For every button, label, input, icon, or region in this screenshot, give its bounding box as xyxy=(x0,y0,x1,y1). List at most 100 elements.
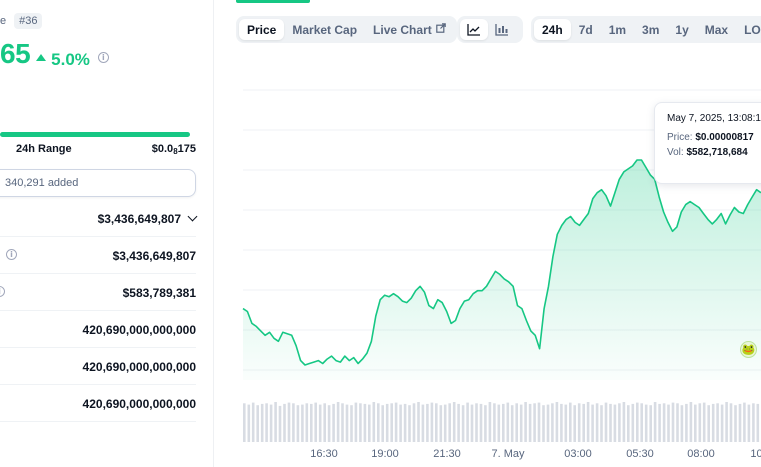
volume-bar xyxy=(711,403,715,442)
range-labels: 24h Range $0.08175 xyxy=(0,143,196,157)
candlestick-chart-icon[interactable] xyxy=(488,19,516,40)
chart-tooltip: May 7, 2025, 13:08:10 Price: $0.00000817… xyxy=(654,102,761,184)
range-label: 24h Range xyxy=(16,143,72,155)
range-7d[interactable]: 7d xyxy=(571,19,601,40)
chevron-down-icon[interactable] xyxy=(187,211,198,221)
volume-bar xyxy=(729,403,733,442)
time-range-tabs: 24h 7d 1m 3m 1y Max LO xyxy=(531,16,761,43)
volume-bar xyxy=(586,402,590,442)
stat-row-volume: i $583,789,381 xyxy=(0,274,196,311)
volume-bar xyxy=(354,402,358,442)
stat-value: 420,690,000,000,000 xyxy=(82,360,196,374)
x-tick-label: 03:00 xyxy=(564,448,592,460)
volume-bar xyxy=(600,405,603,442)
price-change-value: 5.0% xyxy=(51,49,90,69)
volume-bar xyxy=(515,403,518,442)
volume-bar xyxy=(269,404,273,442)
volume-bar xyxy=(488,402,492,442)
volume-bar xyxy=(466,402,469,442)
info-icon[interactable]: i xyxy=(6,249,17,260)
tooltip-volume: Vol: $582,718,684 xyxy=(667,147,748,158)
range-1y[interactable]: 1y xyxy=(667,19,696,40)
volume-bar xyxy=(274,402,277,442)
volume-bar xyxy=(368,404,371,442)
volume-bar xyxy=(640,403,643,442)
volume-bar xyxy=(716,403,719,442)
watchlist-button[interactable]: 340,291 added xyxy=(0,169,196,197)
volume-bar xyxy=(479,403,483,442)
range-log[interactable]: LO xyxy=(736,19,761,40)
volume-bar xyxy=(533,403,536,442)
volume-bar xyxy=(260,403,264,442)
volume-bars xyxy=(243,402,760,442)
line-chart-icon[interactable] xyxy=(460,19,488,40)
volume-bar xyxy=(725,402,728,442)
stat-value: 420,690,000,000,000 xyxy=(82,323,196,337)
x-tick-label: 10: xyxy=(750,448,761,460)
volume-bar xyxy=(399,404,402,442)
volume-bar xyxy=(510,405,514,442)
volume-bar xyxy=(457,403,460,442)
volume-bar xyxy=(452,402,456,442)
volume-bar xyxy=(502,403,505,442)
volume-bar xyxy=(546,404,550,442)
x-tick-label: 05:30 xyxy=(626,448,654,460)
volume-bar xyxy=(350,405,353,442)
volume-bar xyxy=(443,404,447,442)
volume-bar xyxy=(408,405,411,442)
volume-bar xyxy=(524,402,527,442)
volume-bar xyxy=(256,405,259,442)
volume-bar xyxy=(662,403,666,442)
volume-bar xyxy=(569,402,572,442)
x-tick-label: 19:00 xyxy=(371,448,399,460)
volume-bar xyxy=(618,403,621,442)
volume-bar xyxy=(747,404,751,442)
volume-bar xyxy=(417,402,420,442)
volume-bar xyxy=(689,402,693,442)
volume-bar xyxy=(555,402,559,442)
volume-bar xyxy=(251,402,255,442)
volume-bar xyxy=(341,403,344,442)
stat-value: 420,690,000,000,000 xyxy=(82,397,196,411)
volume-bar xyxy=(363,403,367,442)
volume-bar xyxy=(448,403,451,442)
stat-value: $583,789,381 xyxy=(122,286,196,300)
volume-bar xyxy=(551,403,554,442)
volume-bar xyxy=(359,403,362,442)
volume-bar xyxy=(345,404,349,442)
info-icon[interactable]: i xyxy=(97,52,109,63)
volume-bar xyxy=(435,403,438,442)
volume-bar xyxy=(475,403,478,442)
volume-bar xyxy=(336,402,340,442)
volume-bar xyxy=(305,403,309,442)
volume-bar xyxy=(743,402,746,442)
volume-bar xyxy=(685,403,688,442)
volume-bar xyxy=(506,402,510,442)
volume-bar xyxy=(573,405,576,442)
rank-badge: #36 xyxy=(14,13,43,29)
volume-bar xyxy=(649,405,652,442)
tab-price[interactable]: Price xyxy=(239,19,285,40)
stat-value[interactable]: $3,436,649,807 xyxy=(98,211,198,226)
info-icon[interactable]: i xyxy=(0,286,5,297)
volume-bar xyxy=(644,404,648,442)
stat-row-market-cap: $3,436,649,807 xyxy=(0,200,198,237)
volume-bar xyxy=(564,404,568,442)
x-tick-label: 7. May xyxy=(491,448,525,460)
range-24h[interactable]: 24h xyxy=(534,19,571,40)
volume-bar xyxy=(694,404,697,442)
range-3m[interactable]: 3m xyxy=(634,19,667,40)
tab-market-cap[interactable]: Market Cap xyxy=(284,19,365,40)
price-row: 65 5.0% i xyxy=(0,38,109,70)
volume-bar xyxy=(296,405,300,442)
volume-bar xyxy=(519,404,523,442)
x-tick-label: 16:30 xyxy=(310,448,338,460)
tab-live-chart[interactable]: Live Chart xyxy=(365,19,454,40)
volume-bar xyxy=(631,403,635,442)
range-1m[interactable]: 1m xyxy=(601,19,634,40)
volume-bar xyxy=(484,405,487,442)
up-arrow-icon xyxy=(36,54,47,61)
volume-bar xyxy=(613,404,617,442)
coin-header: e #36 xyxy=(0,12,43,30)
range-max[interactable]: Max xyxy=(697,19,736,40)
